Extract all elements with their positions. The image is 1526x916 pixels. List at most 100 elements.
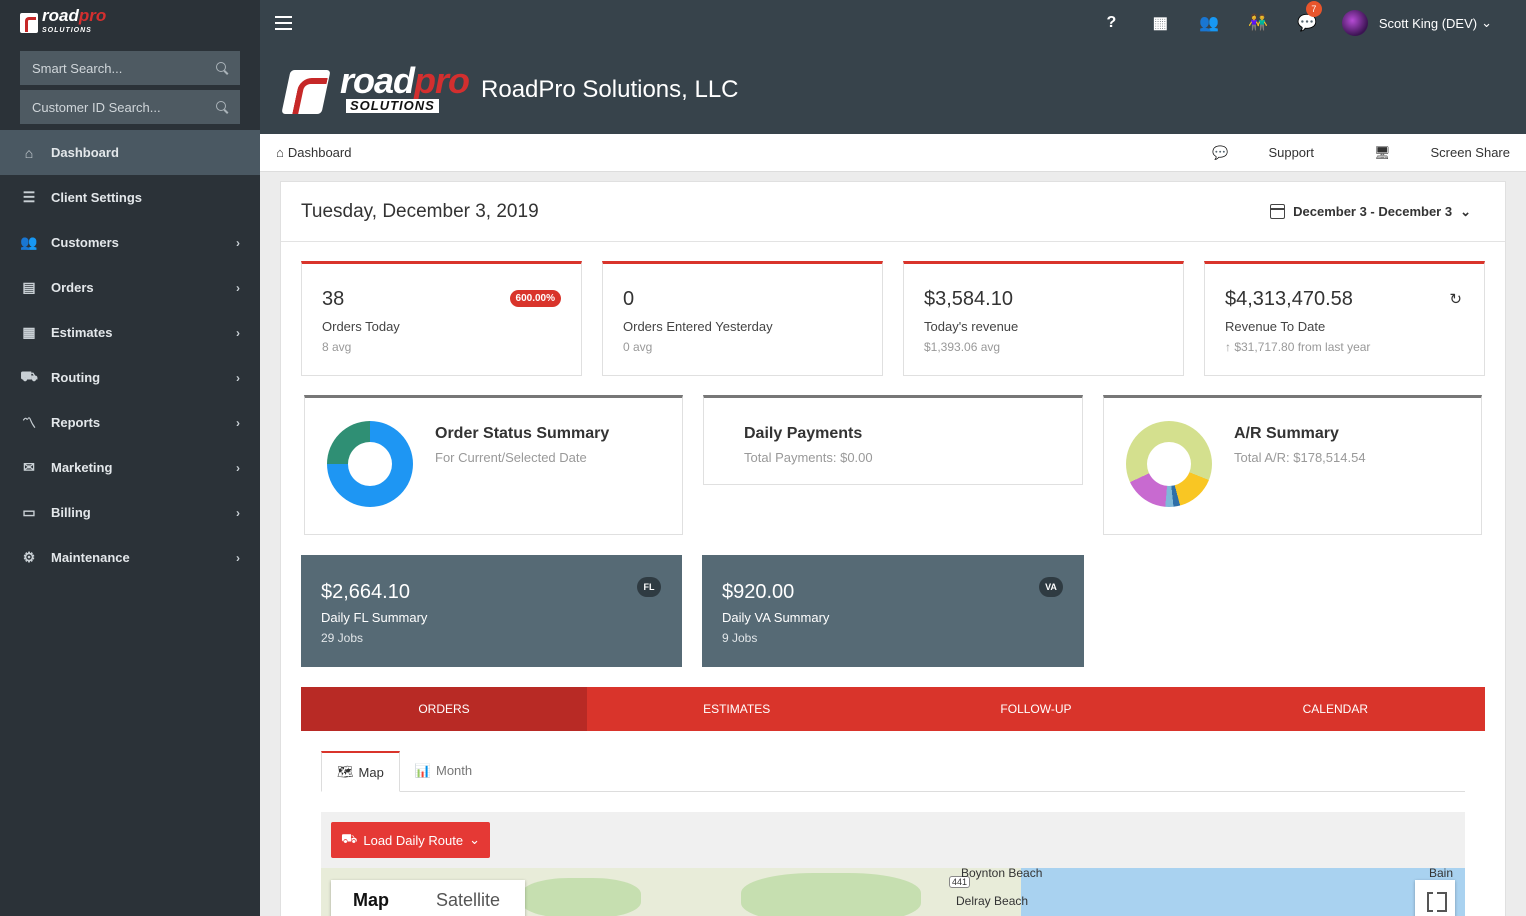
bar-chart-icon: 📊 [414, 762, 431, 778]
map-canvas[interactable]: 441 Boynton Beach Delray Beach Bain Map … [321, 866, 1465, 916]
stat-card-orders-today[interactable]: 38 Orders Today 8 avg 600.00% [301, 261, 582, 376]
chat-button[interactable]: 💬 7 [1283, 1, 1332, 33]
notification-badge: 7 [1305, 1, 1322, 17]
sidebar-item-reports[interactable]: 〽 Reports › [0, 400, 260, 445]
tab-month[interactable]: 📊 Month [400, 750, 487, 791]
stat-card-revenue-to-date[interactable]: $4,313,470.58 Revenue To Date ↑ $31,717.… [1204, 261, 1485, 376]
sidebar-item-dashboard[interactable]: ⌂ Dashboard [0, 130, 260, 175]
people-icon[interactable]: 👫 [1234, 13, 1283, 33]
order-status-donut [327, 421, 413, 507]
sidebar-item-routing[interactable]: ⛟ Routing › [0, 355, 260, 400]
map-park [741, 873, 921, 916]
gear-icon: ⚙ [22, 549, 36, 565]
support-link[interactable]: 💬 Support [1182, 145, 1314, 161]
screen-share-link[interactable]: 🖥 Screen Share [1344, 145, 1510, 161]
tab-calendar[interactable]: CALENDAR [1186, 687, 1485, 731]
chevron-right-icon: › [236, 460, 240, 475]
company-name: RoadPro Solutions, LLC [481, 76, 739, 103]
map-city-label: Bain [1429, 866, 1454, 880]
stat-card-orders-yesterday[interactable]: 0 Orders Entered Yesterday 0 avg [602, 261, 883, 376]
daily-va-summary-card[interactable]: $920.00 Daily VA Summary 9 Jobs VA [702, 555, 1084, 667]
tab-orders[interactable]: ORDERS [301, 687, 587, 731]
view-tabs: 🗺 Map 📊 Month [321, 751, 1465, 792]
sliders-icon: ☰ [22, 189, 36, 205]
sidebar-item-client-settings[interactable]: ☰ Client Settings [0, 175, 260, 220]
avatar [1341, 10, 1368, 36]
fullscreen-icon[interactable] [1415, 880, 1455, 916]
sidebar-item-label: Customers [51, 235, 119, 250]
sidebar: roadpro SOLUTIONS Smart Search... Custome… [0, 0, 260, 916]
user-menu[interactable]: Scott King (DEV) ⌄ [1341, 10, 1492, 36]
help-icon[interactable]: ? [1087, 14, 1136, 32]
card-title: Order Status Summary [435, 425, 610, 442]
chart-line-icon: 〽 [22, 414, 36, 431]
state-jobs: 29 Jobs [321, 631, 364, 645]
sidebar-logo[interactable]: roadpro SOLUTIONS [0, 0, 260, 46]
sidebar-item-label: Client Settings [51, 190, 143, 205]
smart-search-input[interactable]: Smart Search... [20, 51, 240, 85]
stat-value: $4,313,470.58 [1225, 288, 1353, 310]
search-icon[interactable] [216, 61, 229, 75]
card-subtitle: Total Payments: $0.00 [744, 450, 873, 465]
sidebar-item-billing[interactable]: ▭ Billing › [0, 490, 260, 535]
hamburger-menu-icon[interactable] [275, 16, 292, 30]
stat-value: $3,584.10 [924, 288, 1013, 310]
map-type-satellite-button[interactable]: Satellite [411, 880, 525, 916]
order-status-summary-card[interactable]: Order Status Summary For Current/Selecte… [304, 395, 683, 535]
daily-fl-summary-card[interactable]: $2,664.10 Daily FL Summary 29 Jobs FL [301, 555, 682, 667]
customer-id-search-input[interactable]: Customer ID Search... [20, 90, 240, 124]
map-area: ⛟ Load Daily Route ⌄ 441 Boynton Beach D… [321, 812, 1465, 916]
sidebar-item-maintenance[interactable]: ⚙ Maintenance › [0, 535, 260, 580]
state-tag: VA [1039, 577, 1063, 597]
load-daily-route-button[interactable]: ⛟ Load Daily Route ⌄ [331, 822, 490, 858]
state-label: Daily VA Summary [722, 610, 830, 625]
tab-map[interactable]: 🗺 Map [321, 751, 400, 792]
map-city-label: Boynton Beach [961, 866, 1043, 880]
logo-sub: SOLUTIONS [42, 27, 92, 34]
company-banner: roadpro SOLUTIONS RoadPro Solutions, LLC [260, 46, 1526, 134]
card-title: Daily Payments [744, 425, 863, 442]
sidebar-item-label: Maintenance [51, 550, 130, 565]
page-title: Tuesday, December 3, 2019 [301, 200, 539, 222]
card-subtitle: Total A/R: $178,514.54 [1234, 450, 1366, 465]
chevron-down-icon: ⌄ [1481, 15, 1492, 30]
home-icon: ⌂ [276, 145, 284, 160]
stat-card-todays-revenue[interactable]: $3,584.10 Today's revenue $1,393.06 avg [903, 261, 1184, 376]
sidebar-item-label: Reports [51, 415, 101, 430]
date-range-picker[interactable]: December 3 - December 3 ⌄ [1270, 204, 1471, 220]
stat-sub: $1,393.06 avg [924, 340, 1001, 354]
roadpro-mark-icon [20, 13, 38, 33]
user-name: Scott King (DEV) [1378, 15, 1478, 31]
stat-label: Revenue To Date [1225, 319, 1326, 334]
chevron-right-icon: › [236, 280, 240, 295]
map-water [1021, 868, 1465, 916]
sidebar-item-marketing[interactable]: ✉ Marketing › [0, 445, 260, 490]
card-title: A/R Summary [1234, 425, 1339, 442]
state-jobs: 9 Jobs [722, 631, 758, 645]
map-icon: 🗺 [337, 764, 354, 779]
sidebar-item-label: Estimates [51, 325, 113, 340]
map-type-map-button[interactable]: Map [331, 880, 411, 916]
envelope-icon: ✉ [23, 459, 35, 475]
calendar-icon [1270, 204, 1286, 219]
calendar-icon[interactable]: ▦ [1136, 13, 1185, 33]
logo-accent: pro [414, 60, 470, 101]
refresh-icon[interactable]: ↻ [1449, 290, 1462, 308]
truck-icon: ⛟ [341, 831, 358, 846]
tab-follow-up[interactable]: FOLLOW-UP [886, 687, 1185, 731]
search-icon[interactable] [216, 100, 229, 114]
map-type-toggle: Map Satellite [331, 880, 525, 916]
main-tabs: ORDERS ESTIMATES FOLLOW-UP CALENDAR [301, 687, 1485, 731]
sidebar-item-estimates[interactable]: ▦ Estimates › [0, 310, 260, 355]
team-icon[interactable]: 👥 [1185, 13, 1234, 33]
sidebar-item-customers[interactable]: 👥 Customers › [0, 220, 260, 265]
daily-payments-card[interactable]: Daily Payments Total Payments: $0.00 [703, 395, 1083, 485]
sidebar-item-label: Orders [51, 280, 94, 295]
sidebar-item-orders[interactable]: ▤ Orders › [0, 265, 260, 310]
orders-icon: ▤ [22, 279, 36, 295]
ar-summary-card[interactable]: A/R Summary Total A/R: $178,514.54 [1103, 395, 1482, 535]
smart-search-placeholder: Smart Search... [32, 60, 123, 76]
tab-estimates[interactable]: ESTIMATES [587, 687, 886, 731]
tab-label: Month [436, 763, 473, 778]
breadcrumb[interactable]: ⌂ Dashboard [276, 145, 351, 160]
